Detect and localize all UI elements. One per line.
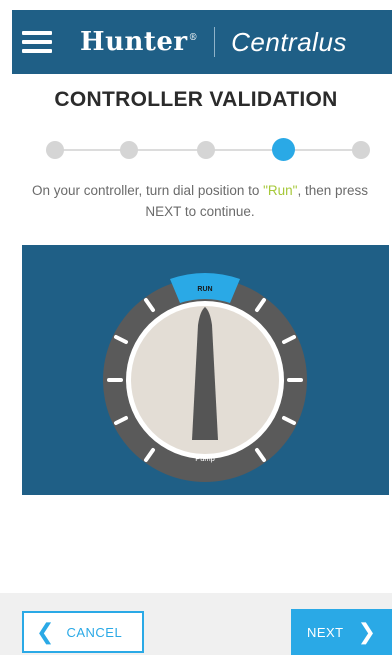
- hamburger-menu-icon[interactable]: [22, 31, 52, 53]
- instruction-text: On your controller, turn dial position t…: [20, 180, 380, 222]
- chevron-left-icon: ❮: [36, 619, 55, 644]
- product-name: Centralus: [231, 26, 347, 57]
- header-divider: [214, 27, 216, 57]
- cancel-button[interactable]: ❮ CANCEL: [22, 611, 144, 653]
- step-dot-2: [120, 141, 138, 159]
- instruction-text-before: On your controller, turn dial position t…: [31, 183, 264, 198]
- cancel-button-label: CANCEL: [66, 624, 123, 640]
- controller-dial-illustration: RUN Pump: [103, 273, 307, 482]
- chevron-right-icon: ❯: [357, 619, 377, 644]
- footer-bar: ❮ CANCEL NEXT ❯: [0, 593, 392, 655]
- instruction-highlight: "Run": [263, 183, 298, 198]
- app-header: Hunter® Centralus: [12, 10, 392, 74]
- step-dot-3: [197, 141, 215, 159]
- next-button-label: NEXT: [306, 624, 344, 640]
- step-dot-4-current: [272, 138, 295, 161]
- step-dot-1: [46, 141, 64, 159]
- pump-position-label: Pump: [195, 454, 215, 463]
- dial-illustration-panel: RUN Pump: [22, 245, 389, 495]
- run-position-label: RUN: [197, 286, 212, 293]
- progress-stepper: [46, 138, 370, 162]
- brand-logo: Hunter®: [80, 27, 198, 57]
- page-title: CONTROLLER VALIDATION: [54, 88, 338, 111]
- next-button[interactable]: NEXT ❯: [291, 609, 392, 655]
- brand-name: Hunter: [80, 27, 188, 57]
- brand-registered-mark: ®: [188, 33, 199, 44]
- step-dot-5: [352, 141, 370, 159]
